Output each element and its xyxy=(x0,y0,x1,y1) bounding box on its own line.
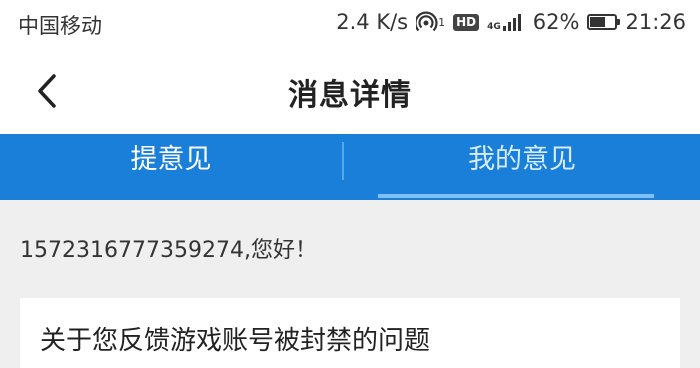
clock: 21:26 xyxy=(625,10,686,34)
signal-icon: 4G xyxy=(487,12,525,32)
status-bar: 中国移动 2.4 K/s 1 HD 4G 62% 21:26 xyxy=(0,0,700,48)
message-card[interactable]: 关于您反馈游戏账号被封禁的问题 xyxy=(20,298,680,368)
hotspot-count: 1 xyxy=(438,15,446,29)
battery-level xyxy=(590,17,605,27)
tab-my-feedback[interactable]: 我的意见 xyxy=(344,134,700,200)
network-speed: 2.4 K/s xyxy=(336,10,409,34)
carrier-name: 中国移动 xyxy=(18,14,102,38)
page-title: 消息详情 xyxy=(288,78,412,113)
active-tab-indicator xyxy=(378,194,654,198)
tab-submit-feedback[interactable]: 提意见 xyxy=(0,134,342,200)
battery-percent: 62% xyxy=(532,10,580,34)
network-type: 4G xyxy=(487,22,501,32)
app-header: 消息详情 xyxy=(0,48,700,134)
message-title: 关于您反馈游戏账号被封禁的问题 xyxy=(40,326,431,356)
greeting-text: 1572316777359274,您好！ xyxy=(20,238,317,263)
hotspot-icon: 1 xyxy=(416,11,445,33)
battery-icon xyxy=(587,14,621,30)
tab-bar: 提意见 我的意见 xyxy=(0,134,700,200)
status-indicators: 2.4 K/s 1 HD 4G 62% 21:26 xyxy=(328,10,686,34)
hd-badge: HD xyxy=(453,13,480,31)
